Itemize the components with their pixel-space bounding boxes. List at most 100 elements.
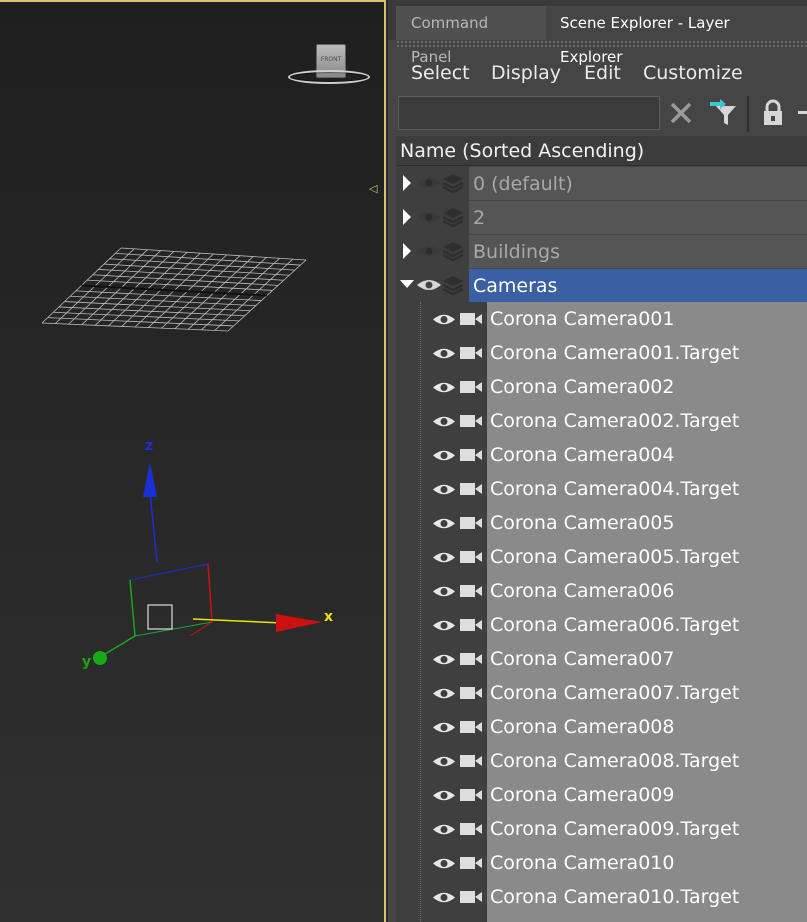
camera-name[interactable]: Corona Camera007: [487, 642, 807, 676]
layer-row[interactable]: 2: [396, 200, 807, 234]
eye-icon[interactable]: [432, 788, 456, 803]
menu-select[interactable]: Select: [411, 56, 470, 90]
more-tools-icon[interactable]: [796, 98, 807, 128]
camera-row[interactable]: Corona Camera002.Target: [396, 404, 807, 438]
perspective-viewport[interactable]: FRONT z x y ◁: [0, 0, 386, 922]
expand-arrow-icon[interactable]: [400, 174, 414, 192]
eye-icon[interactable]: [432, 822, 456, 837]
expand-arrow-icon[interactable]: [400, 208, 414, 226]
camera-name[interactable]: Corona Camera008: [487, 710, 807, 744]
camera-row[interactable]: Corona Camera010: [396, 846, 807, 880]
eye-icon[interactable]: [432, 652, 456, 667]
layer-name[interactable]: 2: [469, 200, 807, 234]
camera-name[interactable]: Corona Camera004: [487, 438, 807, 472]
eye-icon[interactable]: [432, 380, 456, 395]
camera-name[interactable]: Corona Camera006.Target: [487, 608, 807, 642]
camera-name[interactable]: Corona Camera010: [487, 846, 807, 880]
eye-icon[interactable]: [432, 516, 456, 531]
camera-row[interactable]: Corona Camera001.Target: [396, 336, 807, 370]
layer-stack-icon[interactable]: [442, 172, 464, 194]
expand-arrow-icon[interactable]: [400, 242, 414, 260]
camera-name[interactable]: Corona Camera010.Target: [487, 880, 807, 914]
camera-name[interactable]: Corona Camera007.Target: [487, 676, 807, 710]
panel-resize-arrow-icon[interactable]: ◁: [369, 182, 377, 195]
camera-row[interactable]: Corona Camera002: [396, 370, 807, 404]
viewcube-compass-ring[interactable]: [288, 70, 370, 84]
camera-name[interactable]: Corona Camera005: [487, 506, 807, 540]
eye-icon[interactable]: [432, 686, 456, 701]
camera-row[interactable]: Corona Camera008: [396, 710, 807, 744]
eye-icon[interactable]: [416, 209, 442, 225]
layer-name[interactable]: 0 (default): [469, 166, 807, 200]
camera-name[interactable]: Corona Camera002: [487, 370, 807, 404]
layer-row[interactable]: Cameras: [396, 268, 807, 302]
eye-icon[interactable]: [416, 175, 442, 191]
lock-icon[interactable]: [758, 98, 788, 128]
camera-row[interactable]: Corona Camera006.Target: [396, 608, 807, 642]
y-axis-label: y: [82, 654, 92, 670]
camera-row[interactable]: Corona Camera007: [396, 642, 807, 676]
camera-row[interactable]: Corona Camera010.Target: [396, 880, 807, 914]
panel-tabs: Command Panel Scene Explorer - Layer Exp…: [388, 0, 807, 66]
menu-display[interactable]: Display: [491, 56, 561, 90]
viewport-scene: [41, 247, 322, 665]
eye-icon[interactable]: [432, 856, 456, 871]
camera-name[interactable]: Corona Camera006: [487, 574, 807, 608]
eye-icon[interactable]: [416, 243, 442, 259]
name-column-header[interactable]: Name (Sorted Ascending): [396, 136, 807, 166]
camera-name[interactable]: Corona Camera008.Target: [487, 744, 807, 778]
layer-name[interactable]: Buildings: [469, 234, 807, 268]
camera-icon: [460, 381, 482, 393]
panel-drag-handle[interactable]: [396, 40, 807, 48]
camera-row[interactable]: Corona Camera008.Target: [396, 744, 807, 778]
layer-stack-icon[interactable]: [442, 206, 464, 228]
layer-row[interactable]: 0 (default): [396, 166, 807, 200]
camera-name[interactable]: Corona Camera009.Target: [487, 812, 807, 846]
collapse-arrow-icon[interactable]: [400, 276, 414, 294]
menu-customize[interactable]: Customize: [643, 56, 743, 90]
eye-icon[interactable]: [432, 482, 456, 497]
layer-stack-icon[interactable]: [442, 274, 464, 296]
camera-row[interactable]: Corona Camera004.Target: [396, 472, 807, 506]
camera-row[interactable]: Corona Camera006: [396, 574, 807, 608]
layer-stack-icon[interactable]: [442, 240, 464, 262]
camera-row[interactable]: Corona Camera007.Target: [396, 676, 807, 710]
eye-icon[interactable]: [432, 414, 456, 429]
camera-icon: [460, 449, 482, 461]
eye-icon[interactable]: [432, 618, 456, 633]
tab-scene-explorer[interactable]: Scene Explorer - Layer Explorer: [546, 6, 807, 66]
eye-icon[interactable]: [432, 448, 456, 463]
camera-icon: [460, 823, 482, 835]
eye-icon[interactable]: [432, 346, 456, 361]
explorer-toolbar: [396, 94, 807, 132]
scene-explorer-panel: Command Panel Scene Explorer - Layer Exp…: [388, 0, 807, 922]
menu-edit[interactable]: Edit: [584, 56, 621, 90]
tab-command-panel[interactable]: Command Panel: [396, 6, 546, 66]
camera-row[interactable]: Corona Camera004: [396, 438, 807, 472]
eye-icon[interactable]: [432, 890, 456, 905]
camera-row[interactable]: Corona Camera001: [396, 302, 807, 336]
camera-row[interactable]: Corona Camera005: [396, 506, 807, 540]
camera-row[interactable]: Corona Camera009: [396, 778, 807, 812]
eye-icon[interactable]: [432, 720, 456, 735]
camera-name[interactable]: Corona Camera009: [487, 778, 807, 812]
camera-icon: [460, 721, 482, 733]
camera-icon: [460, 857, 482, 869]
camera-name[interactable]: Corona Camera005.Target: [487, 540, 807, 574]
eye-icon[interactable]: [432, 312, 456, 327]
filter-icon[interactable]: [708, 98, 738, 128]
eye-icon[interactable]: [432, 754, 456, 769]
camera-name[interactable]: Corona Camera001.Target: [487, 336, 807, 370]
eye-icon[interactable]: [432, 550, 456, 565]
camera-name[interactable]: Corona Camera002.Target: [487, 404, 807, 438]
eye-icon[interactable]: [416, 277, 442, 293]
camera-row[interactable]: Corona Camera009.Target: [396, 812, 807, 846]
layer-row[interactable]: Buildings: [396, 234, 807, 268]
eye-icon[interactable]: [432, 584, 456, 599]
camera-name[interactable]: Corona Camera004.Target: [487, 472, 807, 506]
layer-name[interactable]: Cameras: [469, 268, 807, 302]
camera-name[interactable]: Corona Camera001: [487, 302, 807, 336]
clear-icon[interactable]: [666, 98, 696, 128]
search-input[interactable]: [398, 96, 660, 130]
camera-row[interactable]: Corona Camera005.Target: [396, 540, 807, 574]
